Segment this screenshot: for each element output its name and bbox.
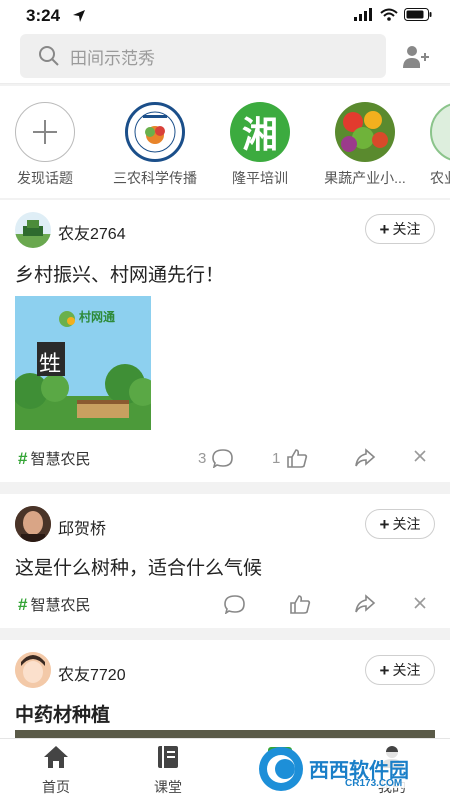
status-time: 3:24 — [26, 6, 61, 25]
watermark-url: CR173.COM — [345, 778, 403, 789]
tag-label: 智慧农民 — [30, 451, 91, 468]
longping-logo: 湘 — [230, 102, 290, 162]
tab-label: 首页 — [42, 779, 70, 795]
post-card: 邱贺桥 + 关注 这是什么树种，适合什么气候 # 智慧农民 — [0, 494, 450, 628]
comment-button[interactable]: 3 — [198, 448, 234, 468]
comment-button[interactable] — [224, 594, 246, 614]
home-icon — [44, 746, 68, 768]
topic-agri[interactable]: 农业 — [410, 102, 450, 188]
avatar[interactable] — [15, 652, 51, 688]
comment-count: 3 — [198, 449, 207, 467]
comment-icon — [224, 595, 245, 614]
topic-label: 农业 — [430, 170, 450, 186]
share-button[interactable] — [354, 594, 376, 614]
plus-icon: + — [379, 660, 390, 680]
post-text: 乡村振兴、村网通先行！ — [15, 265, 225, 286]
plus-icon: + — [379, 219, 390, 239]
topic-label: 隆平培训 — [232, 170, 288, 186]
like-count: 1 — [272, 449, 281, 467]
sannong-logo — [125, 102, 185, 162]
hash-icon: # — [18, 594, 28, 614]
post-image[interactable]: 村网通 甡 — [15, 296, 151, 430]
share-icon — [355, 594, 376, 613]
status-bar: 3:24 — [0, 0, 450, 30]
follow-button[interactable]: + 关注 — [365, 655, 435, 685]
book-icon — [158, 746, 178, 768]
close-icon — [414, 450, 426, 462]
post-tag[interactable]: # 智慧农民 — [18, 448, 90, 469]
image-char: 甡 — [39, 352, 62, 377]
share-icon — [355, 448, 376, 467]
avatar[interactable] — [15, 506, 51, 542]
tag-label: 智慧农民 — [30, 597, 91, 614]
topic-label: 果蔬产业小... — [324, 170, 406, 186]
post-card: 农友2764 + 关注 乡村振兴、村网通先行！ 村网通 甡 # 智慧农民 3 1 — [0, 200, 450, 482]
follow-button[interactable]: + 关注 — [365, 214, 435, 244]
topic-sannong[interactable]: 三农科学传播 — [105, 102, 205, 188]
wifi-icon — [380, 8, 398, 21]
comment-icon — [212, 449, 234, 468]
status-icons — [354, 8, 432, 21]
topics-carousel: 发现话题 三农科学传播 湘 隆平培训 果蔬产业小... 农 — [0, 86, 450, 198]
follow-button[interactable]: + 关注 — [365, 509, 435, 539]
signal-icon — [354, 8, 372, 21]
dismiss-button[interactable] — [413, 449, 427, 463]
search-bar: 田间示范秀 — [0, 30, 450, 84]
location-arrow-icon — [73, 10, 85, 22]
topic-discover[interactable]: 发现话题 — [0, 102, 95, 188]
topic-label: 发现话题 — [17, 170, 73, 186]
add-friend-icon[interactable] — [402, 44, 430, 70]
like-button[interactable] — [289, 594, 311, 614]
follow-label: 关注 — [392, 516, 421, 532]
hash-icon: # — [18, 448, 28, 468]
share-button[interactable] — [354, 448, 376, 468]
search-icon — [39, 46, 59, 66]
battery-icon — [404, 8, 432, 21]
longping-logo-text: 湘 — [241, 115, 278, 156]
post-username[interactable]: 农友7720 — [58, 661, 126, 685]
add-topic-icon — [15, 102, 75, 162]
search-input[interactable]: 田间示范秀 — [20, 34, 386, 78]
tab-label: 课堂 — [154, 779, 182, 795]
image-title: 村网通 — [79, 310, 116, 324]
tab-classroom[interactable]: 课堂 — [128, 745, 208, 797]
post-card: 农友7720 + 关注 中药材种植 — [0, 640, 450, 740]
like-button[interactable]: 1 — [272, 448, 308, 468]
close-icon — [414, 597, 426, 609]
follow-label: 关注 — [392, 662, 421, 678]
dismiss-button[interactable] — [413, 596, 427, 610]
thumbs-up-icon — [287, 449, 308, 468]
post-tag[interactable]: # 智慧农民 — [18, 594, 90, 615]
post-text: 这是什么树种，适合什么气候 — [15, 558, 263, 579]
post-text: 中药材种植 — [15, 705, 111, 726]
site-watermark: 西西软件园 CR173.COM — [255, 742, 435, 796]
topic-label: 三农科学传播 — [113, 170, 197, 186]
plus-icon: + — [379, 514, 390, 534]
post-username[interactable]: 邱贺桥 — [58, 515, 106, 539]
search-placeholder: 田间示范秀 — [70, 48, 155, 68]
topic-fruit-veg[interactable]: 果蔬产业小... — [315, 102, 415, 188]
topic-longping[interactable]: 湘 隆平培训 — [210, 102, 310, 188]
avatar[interactable] — [15, 212, 51, 248]
thumbs-up-icon — [290, 595, 311, 614]
tab-home[interactable]: 首页 — [16, 745, 96, 797]
post-username[interactable]: 农友2764 — [58, 220, 126, 244]
follow-label: 关注 — [392, 221, 421, 237]
fruit-veg-image — [335, 102, 395, 162]
agri-logo — [430, 102, 450, 162]
